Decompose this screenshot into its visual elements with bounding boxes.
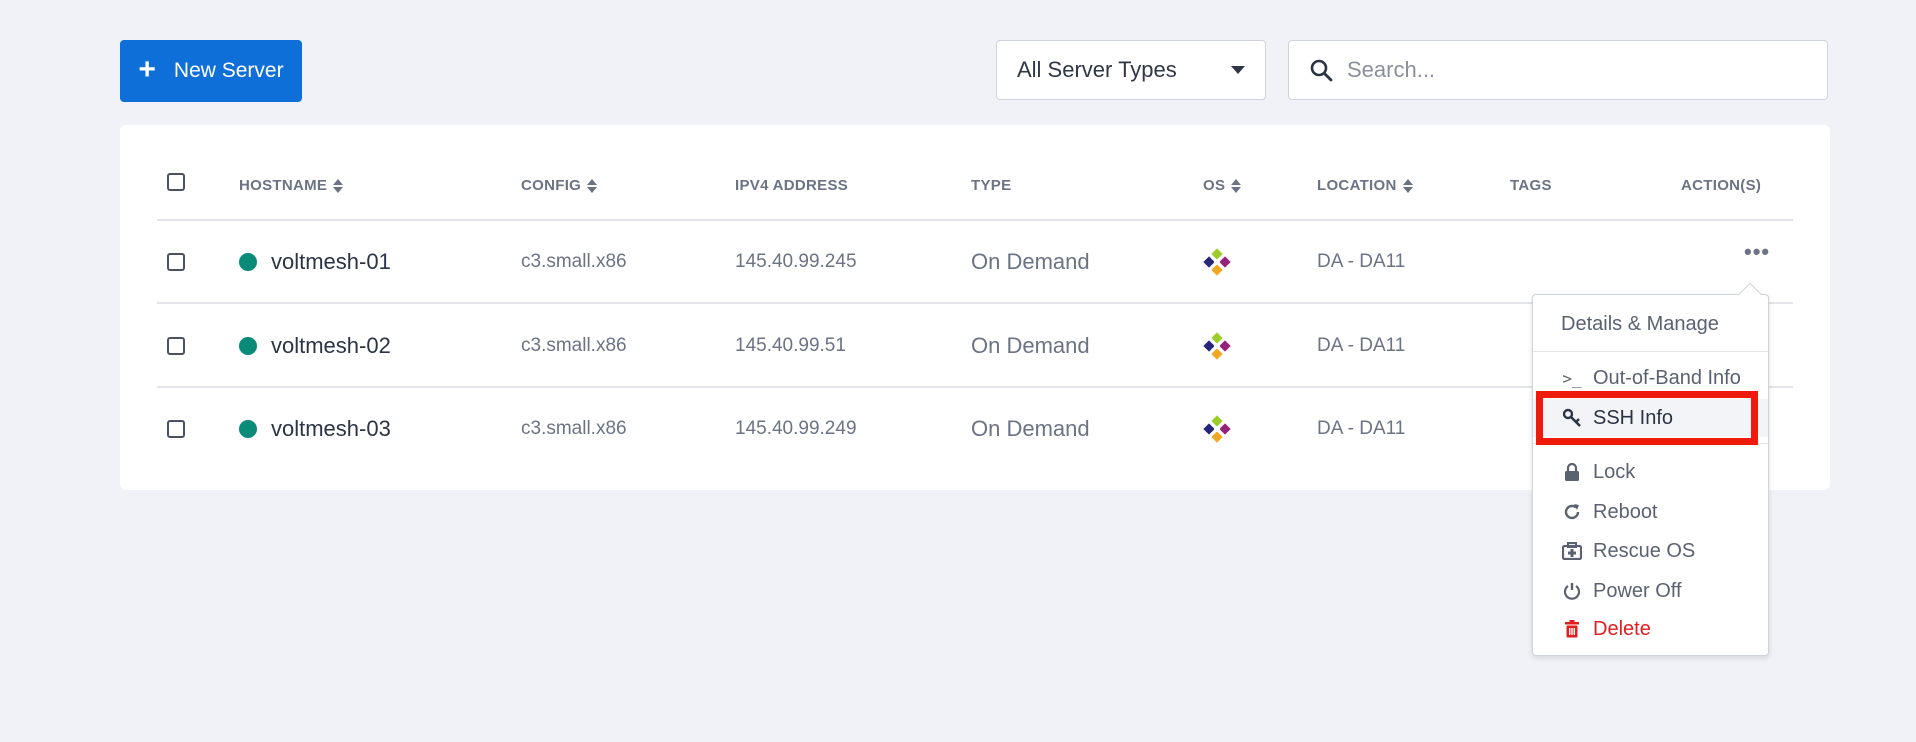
column-type: TYPE <box>971 177 1011 194</box>
menu-item-label: Lock <box>1593 460 1636 483</box>
search-input[interactable] <box>1347 57 1807 83</box>
location-cell: DA - DA11 <box>1317 335 1406 356</box>
menu-item-label: Rescue OS <box>1593 539 1696 562</box>
column-hostname-label: HOSTNAME <box>239 177 328 194</box>
config-cell: c3.small.x86 <box>521 335 627 356</box>
config-cell: c3.small.x86 <box>521 251 627 272</box>
new-server-button[interactable]: + New Server <box>120 40 302 102</box>
config-cell: c3.small.x86 <box>521 418 627 439</box>
column-hostname[interactable]: HOSTNAME <box>239 177 344 194</box>
row-checkbox[interactable] <box>167 253 185 271</box>
menu-item-label: Power Off <box>1593 579 1682 602</box>
sort-icon <box>1231 178 1242 193</box>
hostname-cell[interactable]: voltmesh-02 <box>239 333 391 359</box>
type-cell: On Demand <box>971 249 1090 274</box>
menu-item-delete[interactable]: Delete <box>1533 610 1768 648</box>
trash-icon <box>1561 618 1583 640</box>
status-active-icon <box>239 420 257 438</box>
column-actions: ACTION(S) <box>1681 177 1761 194</box>
menu-divider <box>1533 351 1768 352</box>
type-cell: On Demand <box>971 333 1090 358</box>
menu-item-details-manage[interactable]: Details & Manage <box>1533 305 1768 343</box>
column-os-label: OS <box>1203 177 1226 194</box>
status-active-icon <box>239 253 257 271</box>
reboot-icon <box>1561 501 1583 523</box>
column-actions-label: ACTION(S) <box>1681 177 1762 194</box>
table-header: HOSTNAME CONFIG IPV4 ADDRESS TYPE OS LOC… <box>157 125 1793 221</box>
status-active-icon <box>239 337 257 355</box>
select-all-checkbox[interactable] <box>167 173 185 191</box>
column-tags-label: TAGS <box>1510 177 1552 194</box>
column-ipv4: IPV4 ADDRESS <box>735 177 848 194</box>
location-cell: DA - DA11 <box>1317 418 1406 439</box>
power-icon <box>1561 580 1583 602</box>
column-ipv4-label: IPV4 ADDRESS <box>735 177 849 194</box>
column-config[interactable]: CONFIG <box>521 177 598 194</box>
lock-icon <box>1561 461 1583 483</box>
menu-item-label: Delete <box>1593 617 1651 640</box>
search-box[interactable] <box>1288 40 1828 100</box>
ipv4-cell: 145.40.99.51 <box>735 335 846 356</box>
table-row[interactable]: voltmesh-01 c3.small.x86 145.40.99.245 O… <box>157 222 1793 304</box>
new-server-label: New Server <box>173 59 284 82</box>
ipv4-cell: 145.40.99.245 <box>735 251 857 272</box>
menu-item-reboot[interactable]: Reboot <box>1533 493 1768 531</box>
column-location-label: LOCATION <box>1317 177 1397 194</box>
column-os[interactable]: OS <box>1203 177 1242 194</box>
column-location[interactable]: LOCATION <box>1317 177 1413 194</box>
location-cell: DA - DA11 <box>1317 251 1406 272</box>
centos-icon <box>1203 248 1231 276</box>
row-checkbox[interactable] <box>167 337 185 355</box>
menu-item-power-off[interactable]: Power Off <box>1533 572 1768 610</box>
centos-icon <box>1203 332 1231 360</box>
column-type-label: TYPE <box>971 177 1012 194</box>
centos-icon <box>1203 415 1231 443</box>
ssh-info-highlight-box <box>1536 391 1758 445</box>
terminal-icon: >_ <box>1562 368 1582 388</box>
menu-item-label: Out-of-Band Info <box>1593 366 1741 389</box>
menu-item-rescue-os[interactable]: Rescue OS <box>1533 532 1768 570</box>
plus-icon: + <box>138 52 156 86</box>
hostname-link[interactable]: voltmesh-02 <box>271 333 391 359</box>
hostname-link[interactable]: voltmesh-03 <box>271 416 391 442</box>
hostname-cell[interactable]: voltmesh-03 <box>239 416 391 442</box>
menu-item-lock[interactable]: Lock <box>1533 453 1768 491</box>
hostname-link[interactable]: voltmesh-01 <box>271 249 391 275</box>
more-actions-icon[interactable]: ••• <box>1744 239 1770 265</box>
sort-icon <box>587 178 598 193</box>
column-tags: TAGS <box>1510 177 1552 194</box>
sort-icon <box>333 178 344 193</box>
hostname-cell[interactable]: voltmesh-01 <box>239 249 391 275</box>
medkit-icon <box>1561 540 1583 562</box>
menu-item-label: Reboot <box>1593 500 1658 523</box>
chevron-down-icon <box>1231 66 1245 74</box>
menu-item-label: Details & Manage <box>1561 312 1719 335</box>
ipv4-cell: 145.40.99.249 <box>735 418 857 439</box>
sort-icon <box>1402 178 1413 193</box>
search-icon <box>1310 59 1333 82</box>
column-config-label: CONFIG <box>521 177 582 194</box>
server-type-select-value: All Server Types <box>1017 57 1177 82</box>
row-checkbox[interactable] <box>167 420 185 438</box>
server-type-select[interactable]: All Server Types <box>996 40 1266 100</box>
type-cell: On Demand <box>971 416 1090 441</box>
actions-menu: Details & Manage >_ Out-of-Band Info SSH… <box>1532 294 1769 656</box>
